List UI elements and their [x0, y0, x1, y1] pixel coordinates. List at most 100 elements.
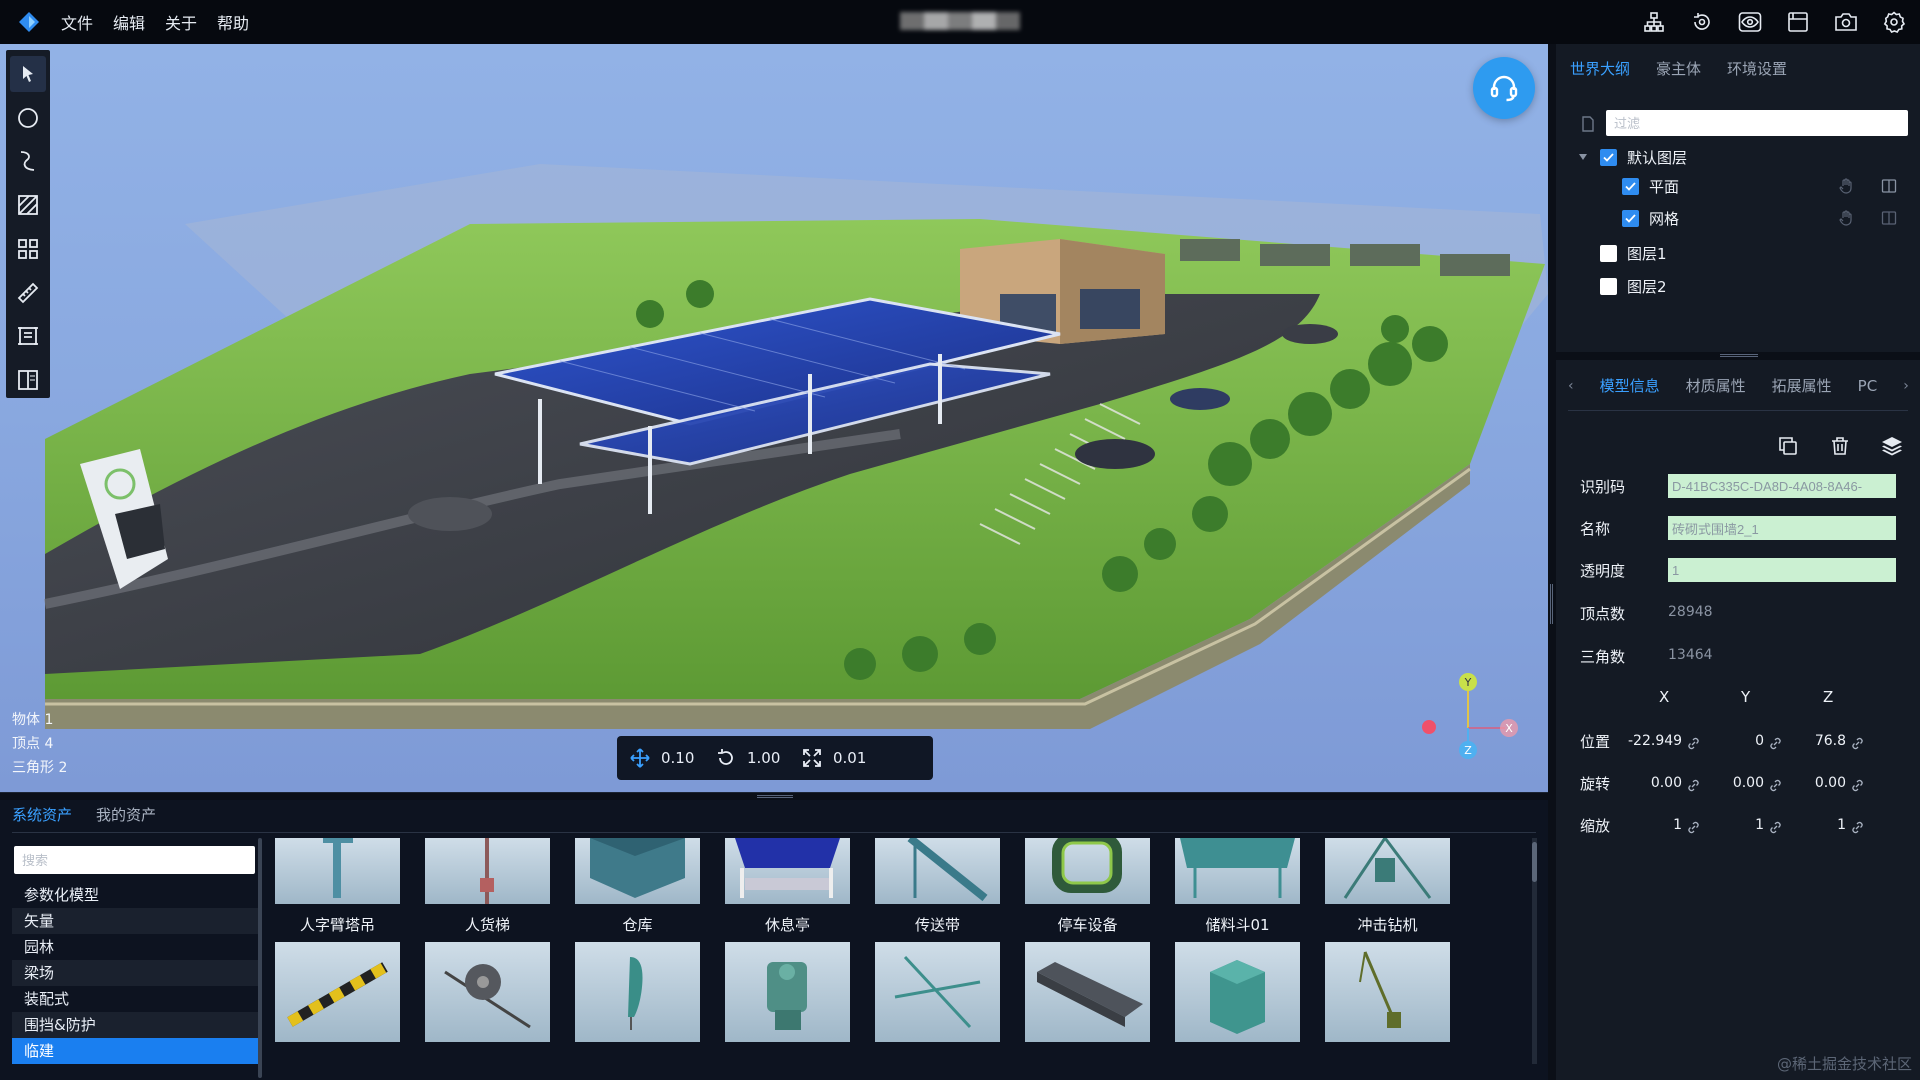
tab-main-body[interactable]: 豪主体 [1656, 58, 1701, 79]
tab-world-outline[interactable]: 世界大纲 [1570, 58, 1630, 79]
asset-tile[interactable] [1325, 942, 1450, 1076]
circle-tool-icon[interactable] [10, 100, 46, 136]
id-field[interactable] [1668, 474, 1896, 498]
asset-tile[interactable] [275, 942, 400, 1076]
tree-row-layer2[interactable]: 图层2 [1600, 273, 1667, 299]
link-icon[interactable] [1850, 778, 1864, 792]
hierarchy-icon[interactable] [1642, 10, 1666, 34]
scale-x-value[interactable]: 1 [1628, 817, 1682, 833]
tree-row-plane[interactable]: 平面 [1622, 173, 1679, 199]
tree-row-default-layer[interactable]: 默认图层 [1578, 144, 1687, 170]
eye-view-icon[interactable] [1738, 10, 1762, 34]
chevron-right-icon[interactable]: › [1903, 378, 1909, 394]
axis-gizmo[interactable]: Y X Z [1405, 666, 1525, 766]
asset-tile[interactable]: 停车设备 [1025, 838, 1150, 938]
asset-tile[interactable]: 冲击钻机 [1325, 838, 1450, 938]
link-icon[interactable] [1850, 736, 1864, 750]
layer-checkbox[interactable] [1600, 244, 1617, 262]
layer-checkbox[interactable] [1600, 148, 1617, 166]
settings-icon[interactable] [1882, 10, 1906, 34]
rotation-x-value[interactable]: 0.00 [1628, 775, 1682, 791]
asset-tile[interactable]: 储料斗01 [1175, 838, 1300, 938]
customer-support-button[interactable] [1473, 57, 1535, 119]
rotate-icon[interactable] [715, 747, 737, 769]
3d-viewport[interactable]: 物体 1 顶点 4 三角形 2 0.10 1.00 0.01 Y X Z [0, 44, 1548, 792]
asset-tile[interactable]: 休息亭 [725, 838, 850, 938]
asset-tile[interactable] [1025, 942, 1150, 1076]
rotate-step-value[interactable]: 1.00 [747, 749, 791, 767]
measure-tool-icon[interactable] [10, 275, 46, 311]
camera-icon[interactable] [1834, 10, 1858, 34]
category-item[interactable]: 围挡&防护 [12, 1012, 258, 1038]
move-step-value[interactable]: 0.10 [661, 749, 705, 767]
viewport-resize-handle[interactable] [0, 792, 1548, 800]
rotation-z-value[interactable]: 0.00 [1792, 775, 1846, 791]
caret-down-icon[interactable] [1578, 152, 1588, 162]
opacity-field[interactable] [1668, 558, 1896, 582]
tab-pc[interactable]: PC [1858, 377, 1878, 395]
layer-checkbox[interactable] [1622, 177, 1639, 195]
link-icon[interactable] [1686, 778, 1700, 792]
category-scrollbar[interactable] [258, 838, 262, 1078]
book-icon[interactable] [1880, 209, 1898, 227]
category-item[interactable]: 装配式 [12, 986, 258, 1012]
polygon-tool-icon[interactable] [10, 187, 46, 223]
category-item[interactable]: 梁场 [12, 960, 258, 986]
chevron-left-icon[interactable]: ‹ [1568, 378, 1574, 394]
tree-row-layer1[interactable]: 图层1 [1600, 240, 1667, 266]
asset-tile[interactable]: 人货梯 [425, 838, 550, 938]
category-item[interactable]: 园林 [12, 934, 258, 960]
tab-environment[interactable]: 环境设置 [1727, 58, 1787, 79]
scale-y-value[interactable]: 1 [1710, 817, 1764, 833]
lock-hand-icon[interactable] [1837, 209, 1855, 227]
scale-step-value[interactable]: 0.01 [833, 749, 877, 767]
lock-hand-icon[interactable] [1837, 177, 1855, 195]
area-tool-icon[interactable] [10, 319, 46, 355]
rotation-y-value[interactable]: 0.00 [1710, 775, 1764, 791]
menu-file[interactable]: 文件 [61, 10, 93, 34]
tab-model-info[interactable]: 模型信息 [1600, 375, 1660, 396]
position-x-value[interactable]: -22.949 [1628, 733, 1682, 749]
delete-icon[interactable] [1828, 434, 1852, 458]
asset-tile[interactable] [575, 942, 700, 1076]
tab-extension[interactable]: 拓展属性 [1772, 375, 1832, 396]
layers-icon[interactable] [1880, 434, 1904, 458]
name-field[interactable] [1668, 516, 1896, 540]
link-icon[interactable] [1768, 736, 1782, 750]
save-icon[interactable] [1786, 10, 1810, 34]
rotate-view-icon[interactable] [1690, 10, 1714, 34]
scale-z-value[interactable]: 1 [1792, 817, 1846, 833]
link-icon[interactable] [1768, 820, 1782, 834]
book-icon[interactable] [1880, 177, 1898, 195]
position-y-value[interactable]: 0 [1710, 733, 1764, 749]
grid-tool-icon[interactable] [10, 231, 46, 267]
menu-about[interactable]: 关于 [165, 10, 197, 34]
asset-tile[interactable]: 传送带 [875, 838, 1000, 938]
tab-system-assets[interactable]: 系统资产 [12, 804, 72, 831]
link-icon[interactable] [1850, 820, 1864, 834]
asset-tile[interactable] [1175, 942, 1300, 1076]
link-icon[interactable] [1768, 778, 1782, 792]
asset-tile[interactable]: 人字臂塔吊 [275, 838, 400, 938]
select-tool-icon[interactable] [10, 56, 46, 92]
curve-tool-icon[interactable] [10, 144, 46, 180]
tab-my-assets[interactable]: 我的资产 [96, 804, 156, 831]
category-item[interactable]: 矢量 [12, 908, 258, 934]
asset-tile[interactable] [425, 942, 550, 1076]
asset-search-input[interactable] [14, 846, 255, 874]
scale-icon[interactable] [801, 747, 823, 769]
category-item[interactable]: 参数化模型 [12, 882, 258, 908]
copy-icon[interactable] [1776, 434, 1800, 458]
split-view-icon[interactable] [10, 362, 46, 398]
menu-help[interactable]: 帮助 [217, 10, 249, 34]
category-item-selected[interactable]: 临建 [12, 1038, 258, 1064]
menu-edit[interactable]: 编辑 [113, 10, 145, 34]
outline-resize-handle[interactable] [1556, 352, 1920, 360]
tree-row-grid[interactable]: 网格 [1622, 205, 1679, 231]
outline-filter-input[interactable] [1606, 110, 1908, 136]
scrollbar-thumb[interactable] [1532, 842, 1537, 882]
layer-checkbox[interactable] [1622, 209, 1639, 227]
layer-checkbox[interactable] [1600, 277, 1617, 295]
position-z-value[interactable]: 76.8 [1792, 733, 1846, 749]
move-icon[interactable] [629, 747, 651, 769]
